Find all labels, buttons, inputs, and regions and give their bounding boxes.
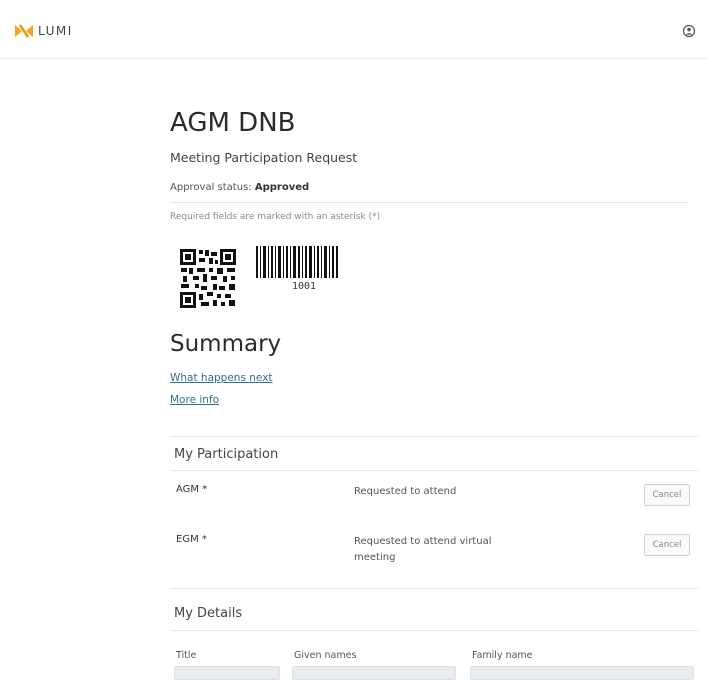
participation-status: Requested to attend virtual meeting — [354, 536, 492, 563]
section-divider — [170, 588, 698, 589]
required-fields-note: Required fields are marked with an aster… — [170, 212, 381, 222]
more-info-link[interactable]: More info — [170, 394, 219, 406]
given-names-field[interactable] — [292, 666, 456, 680]
title-field[interactable] — [174, 666, 280, 680]
qr-code-icon — [179, 248, 239, 310]
page-subtitle: Meeting Participation Request — [170, 150, 358, 165]
section-divider — [170, 470, 698, 471]
section-divider — [170, 436, 698, 437]
top-bar: LUMI — [0, 0, 708, 59]
brand-name: LUMI — [38, 24, 73, 38]
approval-status-label: Approval status: — [170, 182, 252, 193]
meeting-name: EGM * — [176, 534, 207, 545]
user-circle-icon[interactable] — [682, 24, 696, 38]
what-happens-next-link[interactable]: What happens next — [170, 372, 273, 384]
title-field-label: Title — [176, 650, 197, 661]
family-name-field-label: Family name — [472, 650, 533, 661]
approval-status: Approval status: Approved — [170, 178, 688, 203]
family-name-field[interactable] — [470, 666, 694, 680]
barcode-number: 1001 — [292, 281, 317, 292]
participation-status: Requested to attend — [354, 486, 457, 497]
given-names-field-label: Given names — [294, 650, 357, 661]
cancel-egm-button[interactable]: Cancel — [644, 534, 690, 556]
my-participation-heading: My Participation — [174, 447, 279, 462]
section-divider — [170, 630, 698, 631]
barcode-icon — [256, 246, 338, 278]
approval-status-value: Approved — [254, 182, 310, 193]
my-details-heading: My Details — [174, 606, 243, 621]
summary-heading: Summary — [170, 331, 282, 357]
lumi-logo-mark-icon — [15, 24, 33, 38]
lumi-logo[interactable]: LUMI — [14, 24, 73, 38]
cancel-agm-button[interactable]: Cancel — [644, 484, 690, 506]
page-title: AGM DNB — [170, 108, 296, 138]
meeting-name: AGM * — [176, 484, 208, 495]
